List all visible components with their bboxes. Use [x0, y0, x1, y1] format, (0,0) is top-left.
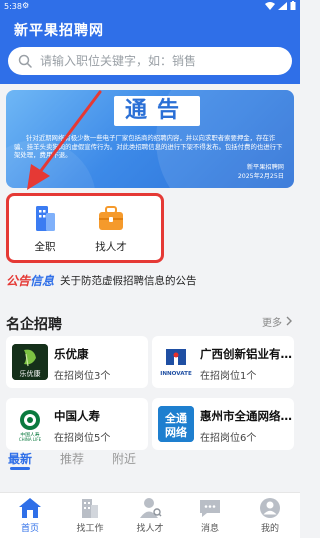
china-life-logo: 中国人寿 CHINA LIFE — [12, 406, 48, 442]
company-jobs: 在招岗位5个 — [54, 433, 111, 444]
signal-icon — [278, 1, 287, 10]
status-bar: 5:38 ⚙ — [0, 0, 300, 14]
company-jobs: 在招岗位6个 — [200, 433, 257, 444]
notice-text: 关于防范虚假招聘信息的公告 — [60, 274, 197, 287]
nav-label: 消息 — [200, 524, 219, 534]
leyoukang-logo: 乐优康 — [12, 344, 48, 380]
notice-tag-part1: 公告 — [6, 273, 31, 288]
nav-label: 我的 — [260, 524, 279, 534]
company-jobs: 在招岗位3个 — [54, 371, 111, 382]
nav-find-job[interactable]: 找工作 — [60, 495, 120, 538]
svg-text:CHINA LIFE: CHINA LIFE — [19, 437, 42, 442]
banner-date: 2025年2月25日 — [237, 173, 284, 180]
company-name: 中国人寿 — [54, 409, 100, 423]
building-icon — [82, 499, 98, 518]
company-card[interactable]: 全通 网络 惠州市全通网络... 在招岗位6个 — [152, 398, 294, 450]
quick-entries: 全职 找人才 — [6, 193, 164, 263]
nav-label: 首页 — [20, 524, 39, 534]
svg-text:INNOVATE: INNOVATE — [160, 371, 192, 377]
bottom-nav: 首页 找工作 找人才 消息 我的 — [0, 492, 300, 538]
nav-label: 找人才 — [136, 524, 164, 534]
company-name: 广西创新铝业有... — [200, 347, 292, 361]
job-tabs: 最新 推荐 附近 — [0, 450, 300, 470]
announcement-banner[interactable]: 通告 针对近期网络有极少数一些电子厂家包括商的招聘内容，并以向求职者索要押金，存… — [6, 90, 294, 188]
quick-entry-label: 找人才 — [95, 241, 127, 253]
app-title: 新平果招聘网 — [14, 23, 104, 39]
search-bar[interactable] — [8, 47, 292, 75]
notice-row[interactable]: 公告信息 关于防范虚假招聘信息的公告 — [6, 270, 294, 290]
nav-profile[interactable]: 我的 — [240, 495, 300, 538]
building-icon — [36, 206, 55, 231]
nav-find-talent[interactable]: 找人才 — [120, 495, 180, 538]
wifi-icon — [265, 1, 275, 10]
tab-latest[interactable]: 最新 — [8, 450, 32, 467]
profile-icon — [260, 498, 280, 518]
banner-signer: 新平果招聘网 — [246, 164, 284, 171]
notice-tag-part2: 信息 — [30, 273, 55, 288]
tab-recommended[interactable]: 推荐 — [60, 450, 84, 467]
tab-nearby[interactable]: 附近 — [112, 450, 136, 467]
company-name: 乐优康 — [54, 347, 89, 361]
company-card[interactable]: 乐优康 乐优康 在招岗位3个 — [6, 336, 148, 388]
innovate-logo: INNOVATE — [158, 344, 194, 380]
nav-home[interactable]: 首页 — [0, 495, 60, 538]
search-icon — [18, 54, 32, 68]
svg-text:全通: 全通 — [164, 411, 187, 425]
notice-tag: 公告信息 — [6, 272, 54, 289]
section-title: 名企招聘 — [6, 317, 62, 333]
quick-entry-find-talent[interactable]: 找人才 — [81, 201, 141, 259]
search-input[interactable] — [40, 54, 280, 68]
nav-messages[interactable]: 消息 — [180, 495, 240, 538]
home-icon — [19, 498, 41, 518]
chevron-right-icon[interactable] — [284, 316, 294, 326]
nav-label: 找工作 — [76, 524, 104, 534]
svg-text:乐优康: 乐优康 — [20, 369, 41, 378]
company-name: 惠州市全通网络... — [200, 409, 292, 423]
message-icon — [200, 500, 220, 517]
svg-text:网络: 网络 — [165, 425, 187, 439]
banner-body: 针对近期网络有极少数一些电子厂家包括商的招聘内容，并以向求职者索要押金，存在诈骗… — [14, 134, 283, 160]
company-jobs: 在招岗位1个 — [200, 371, 257, 382]
header: 5:38 ⚙ 新平果招聘网 — [0, 0, 300, 84]
briefcase-icon — [99, 206, 123, 230]
status-indicators — [265, 1, 296, 10]
battery-icon — [290, 1, 296, 10]
person-icon — [140, 498, 162, 518]
status-time: 5:38 — [4, 2, 22, 11]
quantong-logo: 全通 网络 — [158, 406, 194, 442]
quick-entry-fulltime[interactable]: 全职 — [15, 201, 75, 259]
more-link[interactable]: 更多 — [262, 314, 282, 329]
company-card[interactable]: INNOVATE 广西创新铝业有... 在招岗位1个 — [152, 336, 294, 388]
banner-title: 通告 — [114, 96, 200, 126]
quick-entry-label: 全职 — [34, 241, 56, 253]
settings-status-icon: ⚙ — [22, 1, 30, 10]
tab-underline — [10, 467, 30, 470]
company-card[interactable]: 中国人寿 CHINA LIFE 中国人寿 在招岗位5个 — [6, 398, 148, 450]
